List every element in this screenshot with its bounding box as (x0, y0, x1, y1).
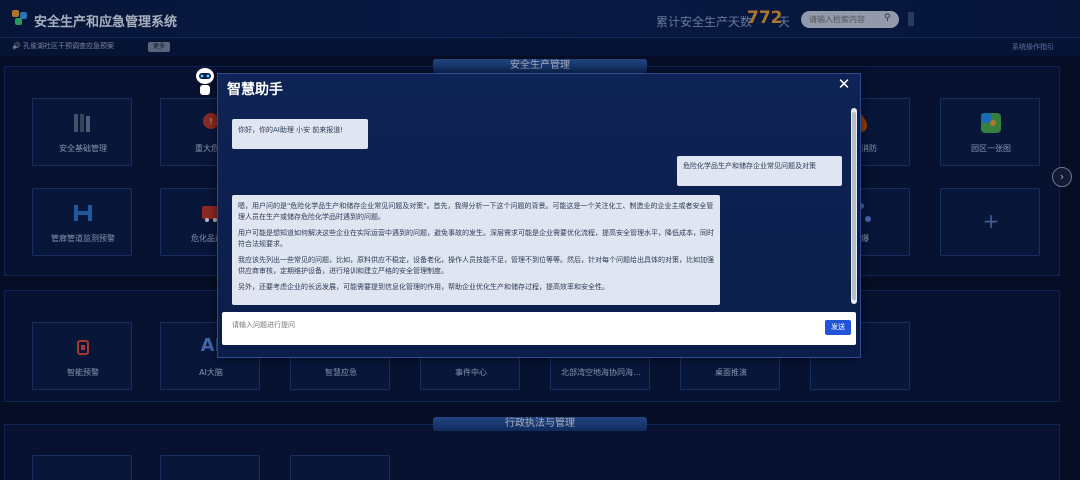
reply-paragraph: 另外，还要考虑企业的长远发展，可能需要提到信息化管理的作用，帮助企业优化生产和储… (238, 283, 609, 291)
reply-paragraph: 我应该先列出一些常见的问题，比如，原料供应不稳定，设备老化，操作人员技能不足，管… (238, 256, 714, 275)
reply-paragraph: 嗯，用户问的是"危险化学品生产和储存企业常见问题及对策"。首先，我得分析一下这个… (238, 202, 714, 221)
chat-scrollbar-thumb[interactable] (852, 112, 856, 300)
send-button[interactable]: 发送 (825, 320, 851, 335)
user-question-bubble: 危险化学品生产和储存企业常见问题及对策 (677, 156, 842, 186)
dialog-title: 智慧助手 (227, 82, 283, 98)
assistant-greeting-bubble: 你好，你的AI助理 小安 前来报道! (232, 119, 368, 149)
reply-paragraph: 用户可能是想知道如何解决这些企业在实际运营中遇到的问题，避免事故的发生。深层需求… (238, 229, 714, 248)
close-icon[interactable]: ✕ (836, 76, 852, 92)
assistant-reply-bubble: 嗯，用户问的是"危险化学品生产和储存企业常见问题及对策"。首先，我得分析一下这个… (232, 195, 720, 305)
chat-input[interactable] (232, 318, 792, 332)
robot-icon (196, 68, 214, 95)
